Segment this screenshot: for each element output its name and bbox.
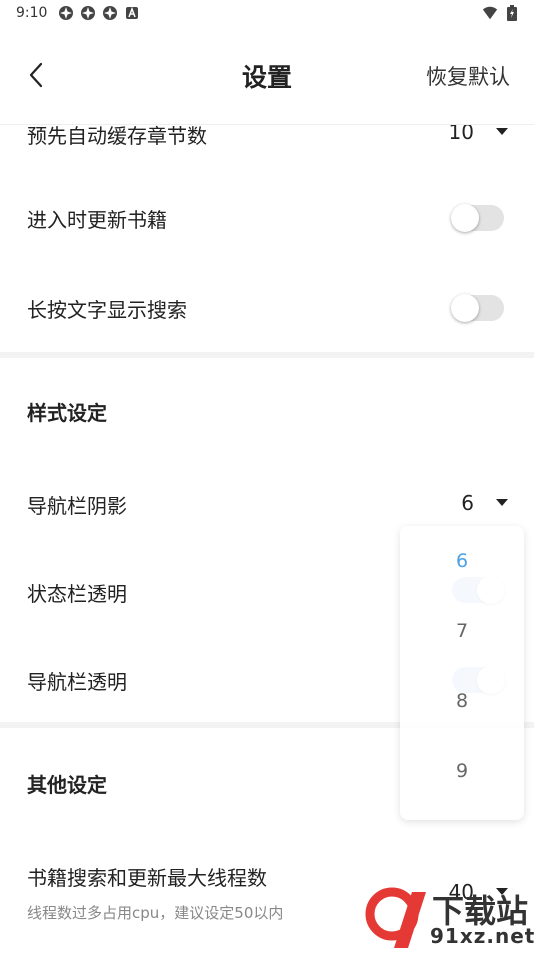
update-on-enter-row[interactable]: 进入时更新书籍 bbox=[0, 190, 534, 246]
restore-defaults-button[interactable]: 恢复默认 bbox=[426, 61, 510, 91]
setting-hint: 线程数过多占用cpu，建议设定50以内 bbox=[27, 904, 284, 922]
wifi-icon bbox=[482, 5, 498, 21]
status-bar: 9:10 bbox=[0, 0, 534, 28]
section-title-other: 其他设定 bbox=[27, 773, 107, 797]
dropdown-option-6[interactable]: 6 bbox=[456, 550, 468, 572]
section-title-style: 样式设定 bbox=[27, 401, 107, 425]
app-notification-icon bbox=[58, 5, 74, 21]
long-press-search-toggle[interactable] bbox=[451, 294, 504, 322]
setting-label: 进入时更新书籍 bbox=[27, 208, 167, 232]
notification-icons bbox=[58, 5, 140, 21]
watermark-logo-icon bbox=[365, 887, 426, 948]
app-notification-icon bbox=[102, 5, 118, 21]
watermark: 下载站 91xz.net bbox=[364, 884, 534, 950]
watermark-url: 91xz.net bbox=[430, 924, 534, 948]
setting-label: 长按文字显示搜索 bbox=[27, 298, 187, 322]
setting-label: 书籍搜索和更新最大线程数 bbox=[27, 866, 267, 890]
long-press-search-row[interactable]: 长按文字显示搜索 bbox=[0, 280, 534, 336]
caret-down-icon bbox=[496, 128, 508, 135]
dropdown-option-9[interactable]: 9 bbox=[456, 760, 468, 782]
app-bar: 设置 恢复默认 bbox=[0, 28, 534, 124]
nav-shadow-value[interactable]: 6 bbox=[461, 491, 474, 515]
toggle-knob bbox=[451, 204, 479, 232]
nav-shadow-row[interactable]: 导航栏阴影 6 bbox=[0, 478, 534, 530]
setting-label: 导航栏阴影 bbox=[27, 494, 127, 518]
update-on-enter-toggle[interactable] bbox=[451, 204, 504, 232]
battery-icon bbox=[504, 5, 520, 21]
keyboard-notification-icon bbox=[124, 5, 140, 21]
section-divider bbox=[0, 352, 534, 358]
setting-label: 导航栏透明 bbox=[27, 670, 127, 694]
app-notification-icon bbox=[80, 5, 96, 21]
dropdown-option-7[interactable]: 7 bbox=[456, 620, 468, 642]
dropdown-option-8[interactable]: 8 bbox=[456, 690, 468, 712]
toggle-knob bbox=[451, 294, 479, 322]
caret-down-icon bbox=[496, 499, 508, 506]
setting-label: 状态栏透明 bbox=[27, 582, 127, 606]
status-time: 9:10 bbox=[16, 5, 48, 21]
nav-shadow-dropdown: 6 7 8 9 bbox=[400, 526, 524, 820]
system-icons bbox=[482, 5, 520, 21]
